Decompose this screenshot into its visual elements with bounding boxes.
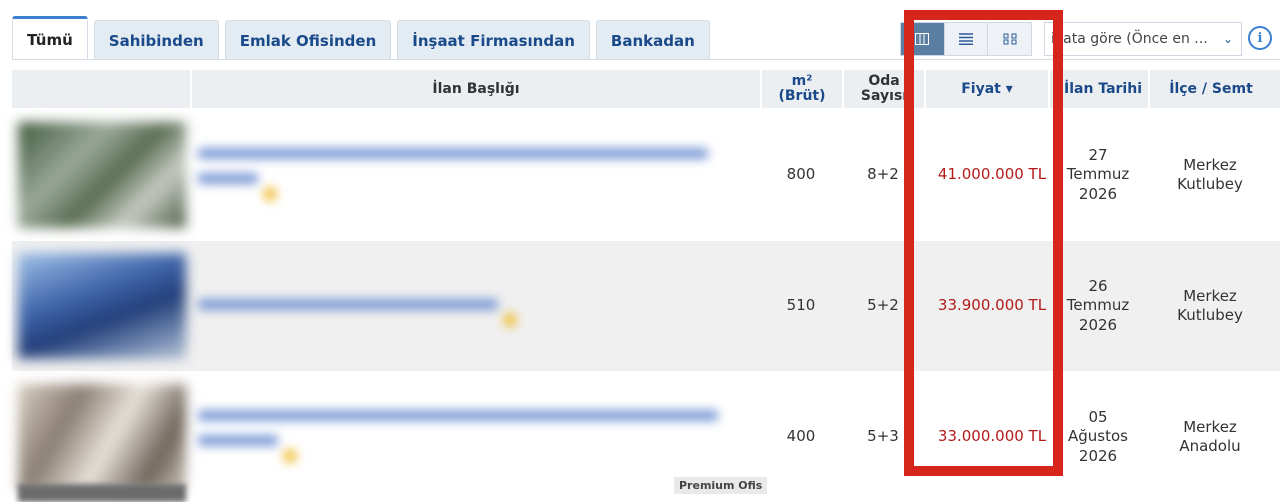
rooms-value: 5+2: [867, 296, 899, 315]
table-view-icon: [915, 33, 930, 45]
table-row[interactable]: 800 8+2 41.000.000 TL 27 Temmuz 2026 Mer…: [12, 110, 1280, 240]
district-value: Merkez Anadolu: [1148, 372, 1272, 502]
info-icon[interactable]: i: [1248, 26, 1272, 50]
area-header-line2: (Brüt): [778, 88, 826, 104]
listing-thumbnail-partial[interactable]: [18, 484, 186, 502]
listing-title-blurred[interactable]: [198, 299, 728, 359]
area-value: 510: [786, 296, 816, 315]
date-month: Temmuz: [1066, 165, 1130, 184]
listing-date: 05 Ağustos 2026: [1052, 372, 1144, 502]
column-rooms-header[interactable]: Oda Sayısı: [842, 70, 924, 108]
listing-thumbnail[interactable]: [18, 384, 186, 490]
area-value: 800: [786, 165, 816, 184]
district-line2: Anadolu: [1179, 437, 1241, 455]
column-title-header[interactable]: İlan Başlığı: [190, 70, 760, 108]
price-value: 33.900.000 TL: [937, 296, 1047, 315]
listing-date: 27 Temmuz 2026: [1052, 110, 1144, 240]
date-year: 2026: [1078, 315, 1118, 334]
date-day: 05: [1088, 407, 1108, 426]
listing-thumbnail[interactable]: [18, 122, 186, 228]
price-value: 33.000.000 TL: [937, 427, 1047, 446]
date-month: Temmuz: [1066, 296, 1130, 315]
rooms-value: 8+2: [867, 165, 899, 184]
tab-by-construction-company[interactable]: İnşaat Firmasından: [397, 20, 590, 60]
chevron-down-icon: ⌄: [1222, 32, 1233, 46]
grid-view-button[interactable]: [988, 23, 1031, 55]
listing-date: 26 Temmuz 2026: [1052, 241, 1144, 371]
listing-thumbnail[interactable]: [18, 253, 186, 359]
date-day: 26: [1088, 276, 1108, 295]
grid-view-icon: [1003, 33, 1017, 45]
district-line1: Merkez: [1183, 286, 1237, 305]
tab-all[interactable]: Tümü: [12, 16, 88, 60]
table-row[interactable]: 510 5+2 33.900.000 TL 26 Temmuz 2026 Mer…: [12, 241, 1280, 371]
rooms-header-line1: Oda: [868, 73, 900, 90]
tab-by-agency[interactable]: Emlak Ofisinden: [224, 20, 392, 60]
listing-title-blurred[interactable]: [198, 148, 728, 208]
date-day: 27: [1088, 145, 1108, 164]
table-header: İlan Başlığı m² (Brüt) Oda Sayısı Fiyat …: [12, 70, 1280, 108]
date-month: Ağustos: [1068, 427, 1128, 446]
sort-selected-value: iyata göre (Önce en ...: [1051, 31, 1208, 47]
district-value: Merkez Kutlubey: [1148, 241, 1272, 371]
sort-dropdown[interactable]: iyata göre (Önce en ... ⌄: [1044, 22, 1242, 56]
column-area-header[interactable]: m² (Brüt): [760, 70, 842, 108]
list-view-button[interactable]: [945, 23, 989, 55]
date-year: 2026: [1078, 184, 1118, 203]
view-mode-toggle: [900, 22, 1032, 56]
rooms-header-line2: Sayısı: [860, 88, 908, 104]
category-tabs: Tümü Sahibinden Emlak Ofisinden İnşaat F…: [12, 16, 710, 60]
tabs-divider: [12, 59, 1280, 60]
column-district-header[interactable]: İlçe / Semt: [1148, 70, 1272, 108]
premium-office-badge: Premium Ofis: [674, 477, 768, 494]
tab-by-bank[interactable]: Bankadan: [595, 20, 710, 60]
tab-by-owner[interactable]: Sahibinden: [93, 20, 219, 60]
district-line2: Kutlubey: [1177, 306, 1243, 324]
column-price-header[interactable]: Fiyat ▾: [924, 70, 1048, 108]
rooms-value: 5+3: [867, 427, 899, 446]
list-view-icon: [959, 33, 973, 45]
table-view-button[interactable]: [901, 23, 945, 55]
district-line1: Merkez: [1183, 155, 1237, 174]
date-year: 2026: [1078, 446, 1118, 465]
district-value: Merkez Kutlubey: [1148, 110, 1272, 240]
area-value: 400: [786, 427, 816, 446]
table-row[interactable]: 400 5+3 33.000.000 TL 05 Ağustos 2026 Me…: [12, 372, 1280, 502]
listing-title-blurred[interactable]: [198, 410, 728, 470]
area-header-line1: m²: [791, 73, 813, 90]
column-date-header[interactable]: İlan Tarihi: [1048, 70, 1148, 108]
price-value: 41.000.000 TL: [937, 165, 1047, 184]
district-line2: Kutlubey: [1177, 175, 1243, 193]
district-line1: Merkez: [1183, 417, 1237, 436]
